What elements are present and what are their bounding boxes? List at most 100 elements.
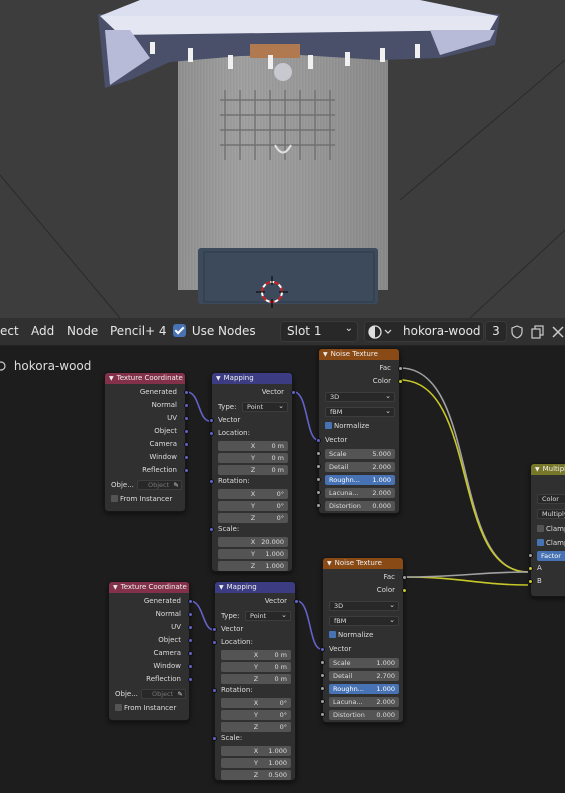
location-x-field[interactable]: X0 m — [221, 650, 291, 660]
collapse-arrow-icon[interactable]: ▼ — [535, 466, 540, 473]
socket-window[interactable] — [184, 455, 189, 460]
menu-object[interactable]: ect — [0, 324, 19, 338]
copy-icon[interactable] — [531, 325, 545, 339]
collapse-arrow-icon[interactable]: ▼ — [109, 375, 114, 382]
location-z-field[interactable]: Z0 m — [221, 674, 291, 684]
socket-location[interactable] — [212, 640, 217, 645]
normalize-toggle[interactable]: Normalize — [325, 422, 369, 430]
socket-roughness[interactable] — [320, 686, 325, 691]
socket-window[interactable] — [188, 664, 193, 669]
node-header[interactable]: ▼ Multipl — [531, 464, 565, 475]
socket-reflection[interactable] — [188, 677, 193, 682]
socket-rotation[interactable] — [212, 688, 217, 693]
material-name[interactable]: hokora-wood — [403, 324, 481, 338]
node-noise-texture-1[interactable]: ▼Noise Texture Fac Color 3D fBM Normaliz… — [316, 348, 403, 514]
scale-field[interactable]: Scale 5.000 — [325, 449, 395, 459]
rotation-z-field[interactable]: Z 0° — [221, 722, 291, 732]
scale-x-field[interactable]: X 1.000 — [221, 746, 291, 756]
collapse-arrow-icon[interactable]: ▼ — [216, 375, 221, 382]
node-texture-coordinate-1[interactable]: ▼ Texture Coordinate Generated Normal UV … — [104, 372, 189, 512]
user-count[interactable]: 3 — [485, 321, 507, 342]
from-instancer-checkbox[interactable] — [111, 495, 118, 502]
socket-rotation[interactable] — [209, 479, 214, 484]
socket-color[interactable] — [398, 379, 403, 384]
socket-uv[interactable] — [188, 625, 193, 630]
roughness-field[interactable]: Roughn... 1.000 — [329, 684, 399, 694]
socket-normal[interactable] — [184, 403, 189, 408]
socket-scale[interactable] — [209, 527, 214, 532]
socket-fac[interactable] — [398, 366, 403, 371]
collapse-arrow-icon[interactable]: ▼ — [327, 560, 332, 567]
lacunarity-field[interactable]: Lacuna... 2.000 — [325, 488, 395, 498]
collapse-arrow-icon[interactable]: ▼ — [323, 351, 328, 358]
distortion-field[interactable]: Distortion 0.000 — [329, 710, 399, 720]
data-type-dropdown[interactable]: Color — [537, 494, 565, 504]
socket-vector-in[interactable] — [209, 418, 214, 423]
clamp-result-checkbox[interactable] — [537, 525, 544, 532]
socket-uv[interactable] — [184, 416, 189, 421]
rotation-x-field[interactable]: X 0° — [221, 698, 291, 708]
close-icon[interactable] — [552, 326, 564, 338]
scale-y-field[interactable]: Y 1.000 — [218, 549, 288, 559]
socket-camera[interactable] — [188, 651, 193, 656]
location-x-field[interactable]: X0 m — [218, 441, 288, 451]
socket-object[interactable] — [188, 638, 193, 643]
clamp-factor-checkbox[interactable] — [537, 539, 544, 546]
scale-z-field[interactable]: Z 0.500 — [221, 770, 291, 780]
node-header[interactable]: ▼ Texture Coordinate — [105, 373, 185, 384]
socket-scale[interactable] — [316, 451, 321, 456]
rotation-z-field[interactable]: Z 0° — [218, 513, 288, 523]
socket-vector-in[interactable] — [316, 438, 321, 443]
socket-camera[interactable] — [184, 442, 189, 447]
normalize-checkbox[interactable] — [325, 422, 332, 429]
from-instancer-checkbox[interactable] — [115, 704, 122, 711]
location-y-field[interactable]: Y0 m — [218, 453, 288, 463]
material-sphere-icon[interactable] — [368, 325, 394, 339]
socket-detail[interactable] — [320, 673, 325, 678]
socket-normal[interactable] — [188, 612, 193, 617]
shield-icon[interactable] — [510, 325, 524, 339]
object-picker[interactable]: Object ✎ — [141, 689, 186, 699]
noise-type-dropdown[interactable]: fBM — [325, 407, 395, 417]
node-header[interactable]: ▼ Texture Coordinate — [109, 582, 189, 593]
scale-y-field[interactable]: Y 1.000 — [221, 758, 291, 768]
clamp-factor-toggle[interactable]: Clamp — [537, 539, 565, 547]
location-y-field[interactable]: Y0 m — [221, 662, 291, 672]
roughness-field[interactable]: Roughn... 1.000 — [325, 475, 395, 485]
scale-field[interactable]: Scale 1.000 — [329, 658, 399, 668]
node-header[interactable]: ▼ Mapping — [212, 373, 292, 384]
node-noise-texture-2[interactable]: ▼Noise Texture Fac Color 3D fBM Normaliz… — [320, 557, 407, 723]
blend-mode-dropdown[interactable]: Multiply — [537, 509, 565, 519]
socket-lacunarity[interactable] — [320, 699, 325, 704]
node-mapping-2[interactable]: ▼Mapping Vector Type: Point Vector Locat… — [212, 581, 299, 781]
clamp-result-toggle[interactable]: Clamp — [537, 525, 565, 533]
node-texture-coordinate-2[interactable]: ▼ Texture Coordinate Generated Normal UV … — [108, 581, 193, 721]
socket-vector-in[interactable] — [320, 647, 325, 652]
rotation-y-field[interactable]: Y 0° — [221, 710, 291, 720]
use-nodes-toggle[interactable]: Use Nodes — [173, 324, 256, 338]
node-header[interactable]: ▼ Noise Texture — [323, 558, 403, 569]
socket-b[interactable] — [528, 579, 533, 584]
from-instancer-toggle[interactable]: From Instancer — [115, 704, 176, 712]
normalize-toggle[interactable]: Normalize — [329, 631, 373, 639]
distortion-field[interactable]: Distortion 0.000 — [325, 501, 395, 511]
dimensions-dropdown[interactable]: 3D — [325, 392, 395, 402]
dimensions-dropdown[interactable]: 3D — [329, 601, 399, 611]
socket-scale[interactable] — [320, 660, 325, 665]
from-instancer-toggle[interactable]: From Instancer — [111, 495, 172, 503]
detail-field[interactable]: Detail 2.000 — [325, 462, 395, 472]
socket-roughness[interactable] — [316, 477, 321, 482]
socket-object[interactable] — [184, 429, 189, 434]
collapse-arrow-icon[interactable]: ▼ — [113, 584, 118, 591]
socket-generated[interactable] — [188, 599, 193, 604]
object-picker[interactable]: Object ✎ — [137, 480, 182, 490]
lacunarity-field[interactable]: Lacuna... 2.000 — [329, 697, 399, 707]
node-header[interactable]: ▼ Mapping — [215, 582, 295, 593]
socket-vector-out[interactable] — [294, 599, 299, 604]
node-mix-multiply[interactable]: ▼Multipl Color Multiply Clamp Clamp Fact… — [528, 463, 565, 597]
menu-node[interactable]: Node — [67, 324, 98, 338]
socket-vector-out[interactable] — [291, 390, 296, 395]
node-mapping-1[interactable]: ▼Mapping Vector Type: Point Vector Locat… — [209, 372, 296, 572]
socket-scale[interactable] — [212, 736, 217, 741]
eyedropper-icon[interactable]: ✎ — [174, 481, 179, 489]
